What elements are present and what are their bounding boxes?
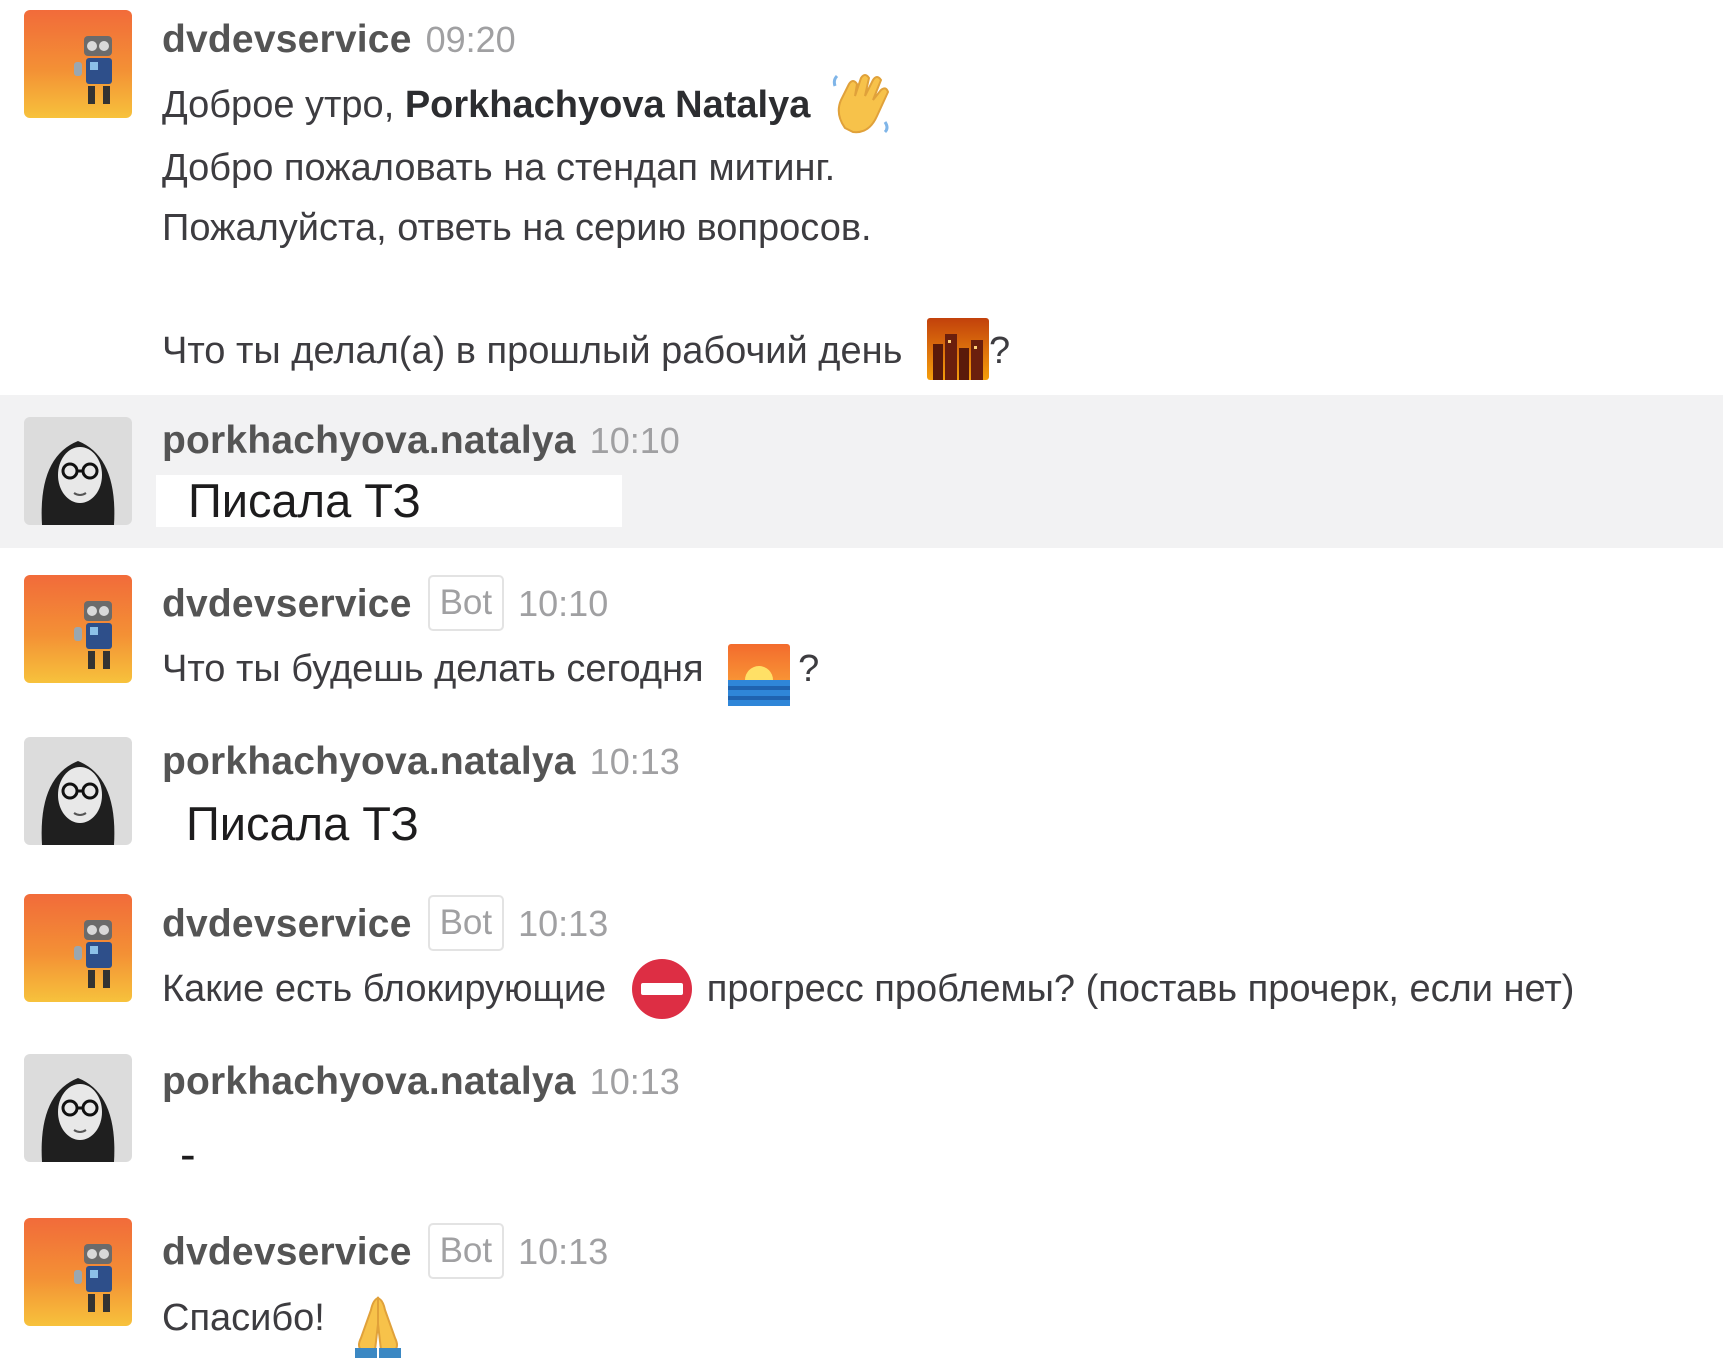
timestamp[interactable]: 10:10: [518, 583, 608, 624]
username[interactable]: porkhachyova.natalya: [162, 1060, 576, 1103]
folded-hands-icon: [347, 1294, 409, 1358]
user-avatar[interactable]: [24, 417, 132, 525]
question-line: Что ты делал(а) в прошлый рабочий день ?: [162, 318, 1011, 384]
bot-badge: Bot: [427, 895, 505, 951]
mentioned-user[interactable]: Porkhachyova Natalya: [405, 84, 811, 126]
message-header: porkhachyova.natalya 10:13: [162, 738, 680, 786]
message-text: Спасибо!: [162, 1297, 325, 1340]
username[interactable]: dvdevservice: [162, 1230, 412, 1273]
message-text: Что ты будешь делать сегодня: [162, 648, 704, 691]
no-entry-icon: [631, 958, 693, 1020]
greeting-line: Доброе утро, Porkhachyova Natalya: [162, 74, 893, 140]
message-item-highlighted: porkhachyova.natalya 10:10 Писала ТЗ: [0, 395, 1723, 548]
message-header: dvdevservice 09:20: [162, 16, 516, 64]
user-avatar[interactable]: [24, 737, 132, 845]
username[interactable]: dvdevservice: [162, 902, 412, 945]
reply-text: -: [180, 1127, 196, 1180]
message-item: dvdevservice 09:20 Доброе утро, Porkhachy…: [0, 0, 1723, 390]
reply-text: Писала ТЗ: [186, 797, 419, 850]
timestamp[interactable]: 09:20: [426, 19, 516, 60]
message-suffix: прогресс проблемы? (поставь прочерк, есл…: [706, 968, 1575, 1011]
message-item: porkhachyova.natalya 10:13 -: [0, 1040, 1723, 1180]
bot-badge: Bot: [427, 1223, 505, 1279]
timestamp[interactable]: 10:10: [590, 420, 680, 461]
message-text-line: Какие есть блокирующие прогресс проблемы…: [162, 958, 1575, 1022]
bot-avatar[interactable]: [24, 575, 132, 683]
timestamp[interactable]: 10:13: [518, 903, 608, 944]
greeting-text: Доброе утро,: [162, 84, 405, 127]
message-item: dvdevservice Bot 10:13 Какие есть блокирую…: [0, 880, 1723, 1030]
question-text: Что ты делал(а) в прошлый рабочий день: [162, 330, 903, 373]
city-sunset-icon: [926, 318, 989, 380]
bot-avatar[interactable]: [24, 894, 132, 1002]
message-header: porkhachyova.natalya 10:13: [162, 1058, 680, 1106]
reply-text: Писала ТЗ: [188, 474, 421, 527]
timestamp[interactable]: 10:13: [590, 741, 680, 782]
username[interactable]: porkhachyova.natalya: [162, 419, 576, 462]
bot-avatar[interactable]: [24, 10, 132, 118]
message-text: Какие есть блокирующие: [162, 968, 607, 1011]
message-item: dvdevservice Bot 10:13 Спасибо!: [0, 1200, 1723, 1358]
question-mark: ?: [988, 330, 1011, 373]
message-item: dvdevservice Bot 10:10 Что ты будешь делат…: [0, 560, 1723, 710]
username[interactable]: porkhachyova.natalya: [162, 740, 576, 783]
username[interactable]: dvdevservice: [162, 582, 412, 625]
username[interactable]: dvdevservice: [162, 18, 412, 61]
message-item: porkhachyova.natalya 10:13 Писала ТЗ: [0, 720, 1723, 860]
message-header: dvdevservice Bot 10:10: [162, 575, 608, 634]
timestamp[interactable]: 10:13: [518, 1231, 608, 1272]
message-header: dvdevservice Bot 10:13: [162, 895, 608, 954]
message-header: dvdevservice Bot 10:13: [162, 1223, 608, 1282]
message-text-line: Что ты будешь делать сегодня ?: [162, 640, 820, 706]
message-text-line: Спасибо!: [162, 1288, 409, 1358]
bot-badge: Bot: [427, 575, 505, 631]
sunrise-icon: [728, 644, 791, 706]
message-header: porkhachyova.natalya 10:10: [162, 417, 680, 465]
welcome-line: Добро пожаловать на стендап митинг.: [162, 147, 836, 189]
question-mark: ?: [798, 648, 820, 691]
waving-hand-icon: [831, 70, 893, 136]
user-avatar[interactable]: [24, 1054, 132, 1162]
bot-avatar[interactable]: [24, 1218, 132, 1326]
timestamp[interactable]: 10:13: [590, 1061, 680, 1102]
instruction-line: Пожалуйста, ответь на серию вопросов.: [162, 207, 872, 249]
